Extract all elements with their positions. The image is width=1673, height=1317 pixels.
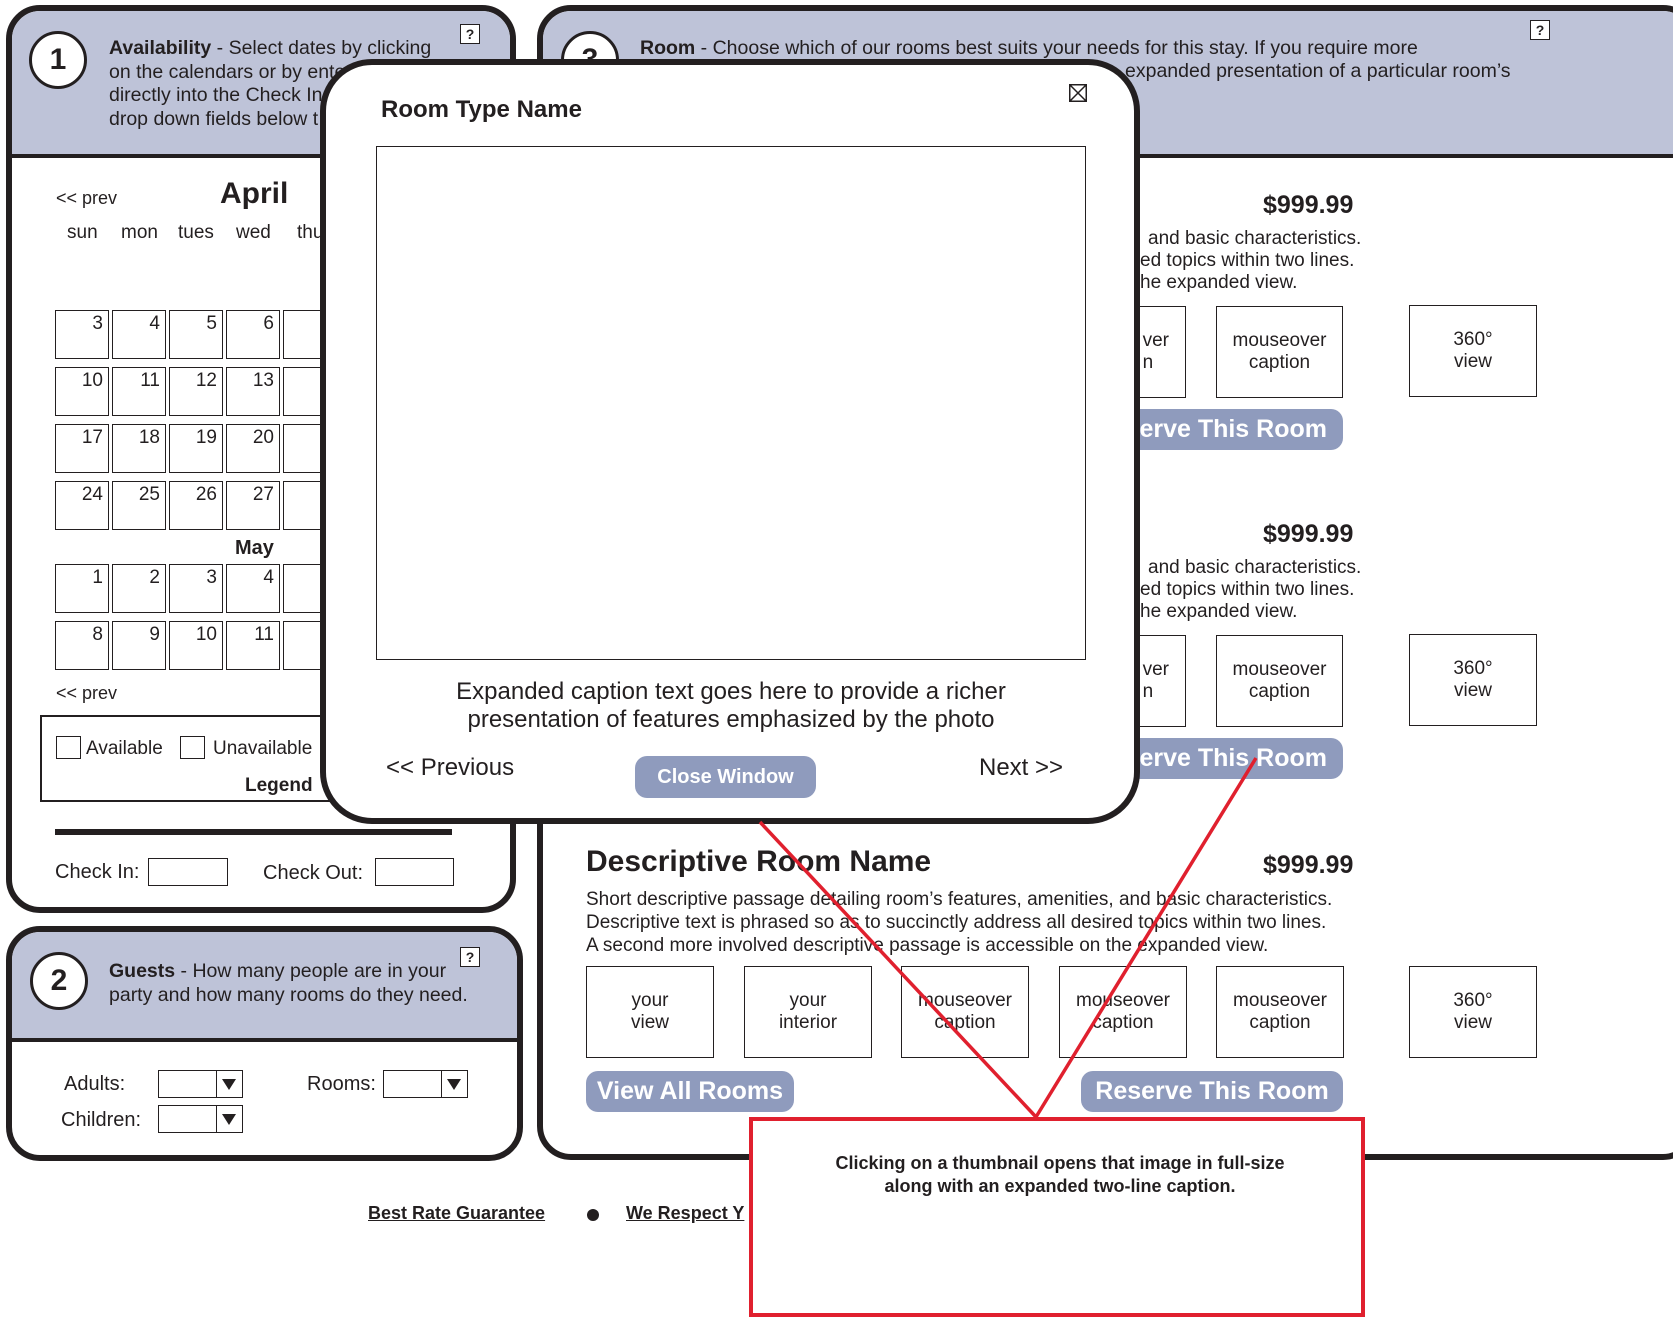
privacy-link[interactable]: We Respect Y — [626, 1203, 749, 1224]
bullet-separator — [587, 1209, 599, 1221]
annotation-text: Clicking on a thumbnail opens that image… — [835, 1153, 1285, 1196]
annotation-callout — [749, 1117, 1365, 1317]
annotation-pointer-lines — [758, 757, 1258, 1119]
best-rate-link[interactable]: Best Rate Guarantee — [368, 1203, 545, 1224]
